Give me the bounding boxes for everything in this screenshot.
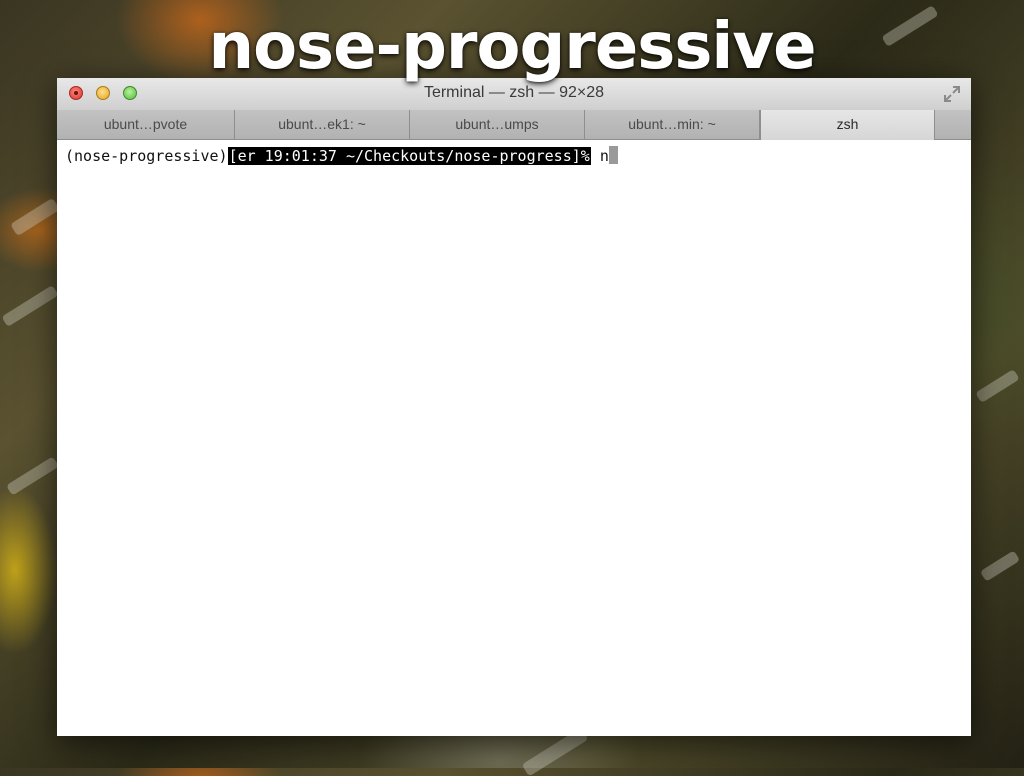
text-cursor: [608, 146, 618, 164]
fullscreen-arrows-icon[interactable]: [943, 85, 961, 103]
slide-title: nose-progressive: [208, 10, 817, 84]
tab-ubuntu-min[interactable]: ubunt…min: ~: [585, 110, 760, 139]
command-line: (nose-progressive)[er 19:01:37 ~/Checkou…: [65, 146, 618, 166]
tab-ubuntu-umps[interactable]: ubunt…umps: [410, 110, 585, 139]
terminal-content[interactable]: (nose-progressive)[er 19:01:37 ~/Checkou…: [57, 140, 971, 736]
background-decoration: [975, 368, 1020, 404]
tab-bar: ubunt…pvote ubunt…ek1: ~ ubunt…umps ubun…: [57, 110, 971, 140]
background-decoration: [979, 550, 1021, 582]
window-title: Terminal — zsh — 92×28: [423, 84, 605, 101]
tab-ubuntu-ek1[interactable]: ubunt…ek1: ~: [235, 110, 410, 139]
terminal-window: Terminal — zsh — 92×28 ubunt…pvote ubunt…: [57, 78, 971, 736]
background-decoration: [5, 456, 60, 496]
typed-command: n: [599, 147, 609, 165]
shell-prompt: [er 19:01:37 ~/Checkouts/nose-progress]%: [227, 147, 591, 165]
background-decoration: [10, 197, 60, 237]
tab-zsh[interactable]: zsh: [760, 110, 935, 140]
tab-ubuntu-pvote[interactable]: ubunt…pvote: [57, 110, 235, 139]
virtualenv-indicator: (nose-progressive): [65, 147, 228, 165]
background-decoration: [1, 285, 59, 327]
